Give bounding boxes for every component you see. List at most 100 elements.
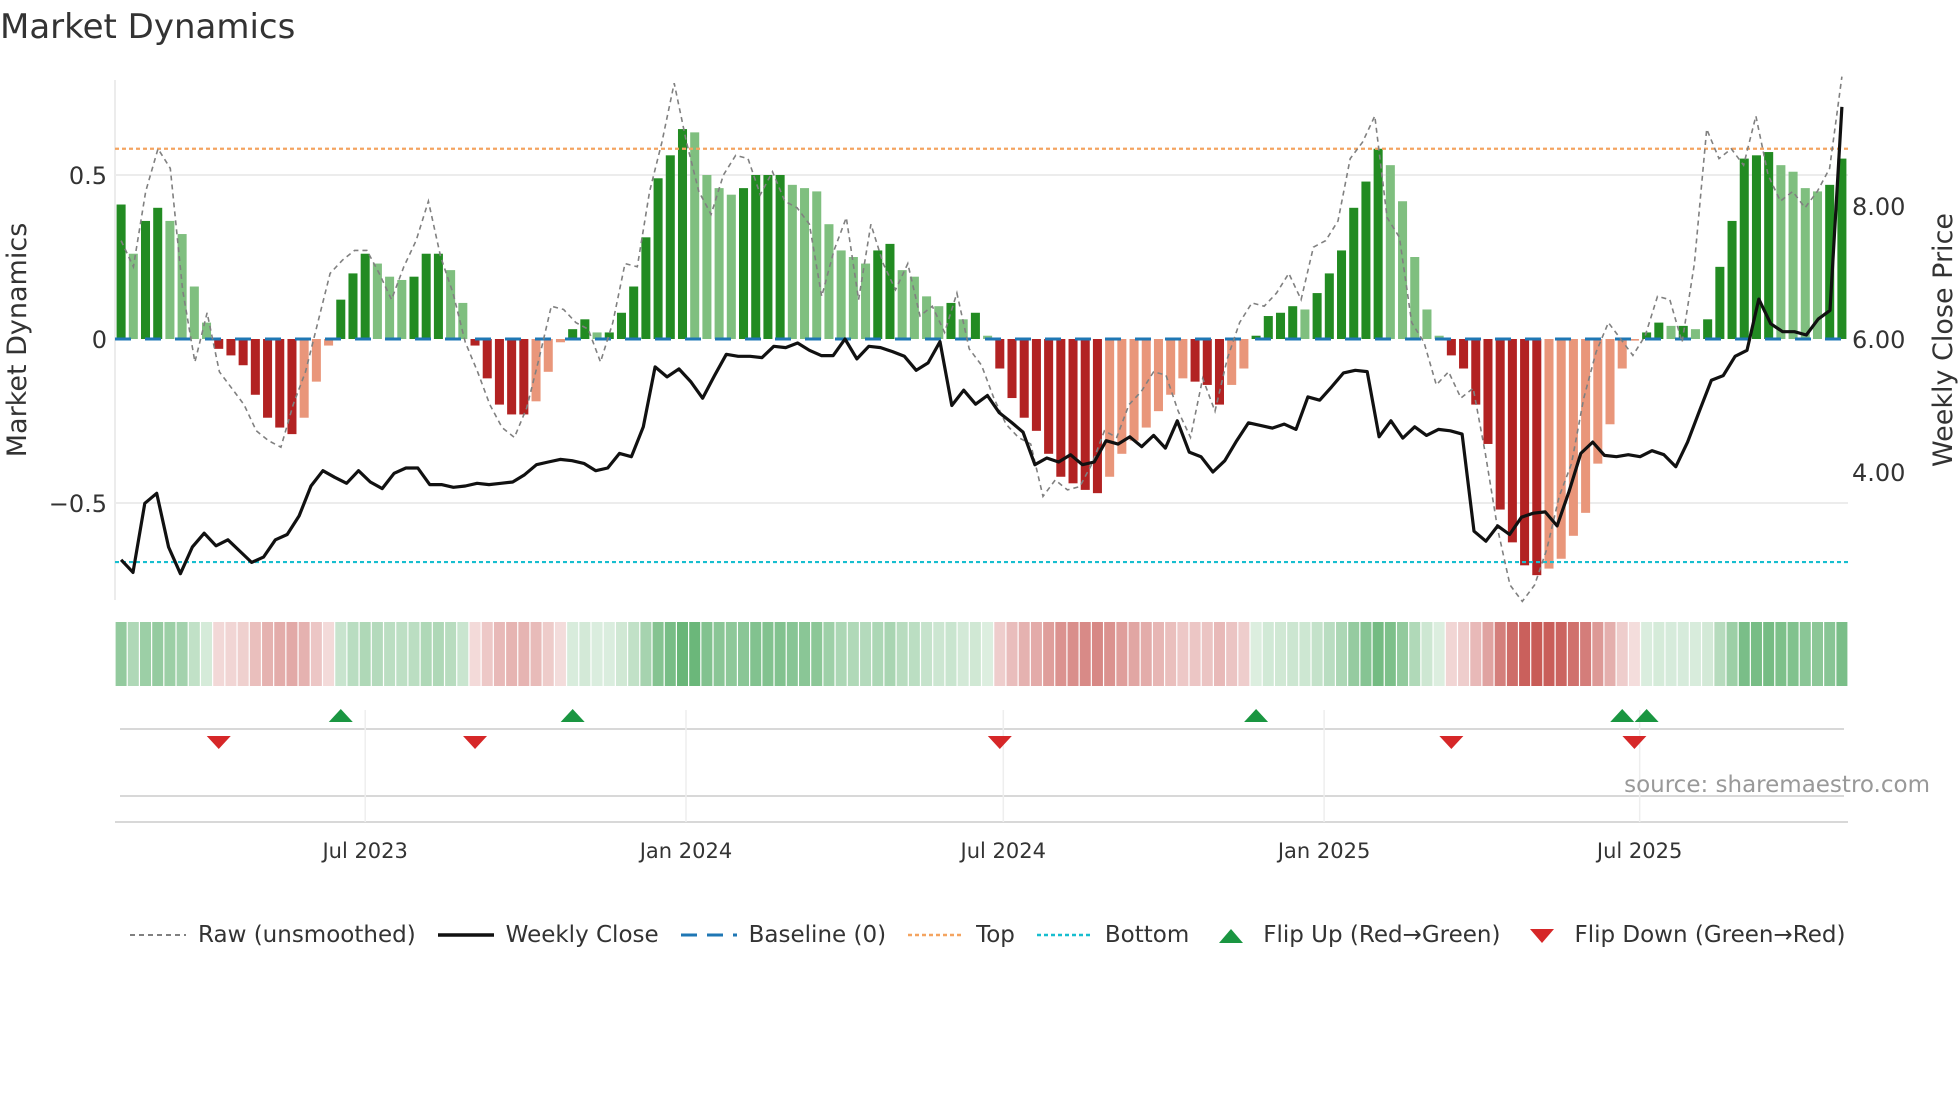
heat-cell [115, 622, 127, 686]
legend-item-top: Top [908, 922, 1015, 948]
bar-positive [1654, 322, 1664, 339]
bar-negative [1019, 339, 1029, 418]
source-label: source: sharemaestro.com [1624, 772, 1930, 798]
heat-cell [1458, 622, 1470, 686]
bar-positive [1800, 188, 1810, 339]
bar-positive [1703, 319, 1713, 339]
bar-negative [299, 339, 309, 418]
heat-cell [1397, 622, 1409, 686]
flip-up-marker [1610, 709, 1635, 722]
bar-negative [1214, 339, 1224, 405]
x-tick-label: Jan 2025 [1276, 839, 1371, 863]
heat-cell [1421, 622, 1433, 686]
bar-negative [507, 339, 517, 415]
bar-negative [250, 339, 260, 395]
heat-cell [1555, 622, 1567, 686]
legend-item-bottom: Bottom [1036, 922, 1190, 948]
bar-negative [1178, 339, 1188, 379]
y-tick-label: 0.5 [69, 162, 107, 190]
bar-positive [1776, 165, 1786, 339]
triangle-down-icon [1530, 929, 1555, 943]
heat-cell [1067, 622, 1079, 686]
heat-cell [1140, 622, 1152, 686]
legend-label: Bottom [1104, 922, 1190, 948]
bar-negative [995, 339, 1005, 369]
bar-positive [1337, 250, 1347, 339]
heat-cell [921, 622, 933, 686]
flip-down-marker [1622, 736, 1647, 749]
heat-cell [432, 622, 444, 686]
heat-cell [1592, 622, 1604, 686]
bar-positive [153, 207, 163, 339]
heat-cell [1409, 622, 1421, 686]
bar-positive [1373, 148, 1383, 339]
bar-positive [885, 243, 895, 339]
bar-positive [665, 155, 675, 339]
heat-cell [152, 622, 164, 686]
heat-cell [493, 622, 505, 686]
heat-cell [969, 622, 981, 686]
legend: Raw (unsmoothed) Weekly Close Baseline (… [130, 922, 1867, 948]
heat-cell [1275, 622, 1287, 686]
heat-cell [786, 622, 798, 686]
y2-axis-label: Weekly Close Price [1928, 213, 1959, 467]
legend-label: Flip Up (Red→Green) [1263, 922, 1501, 948]
heat-cell [896, 622, 908, 686]
heat-cell [469, 622, 481, 686]
heat-cell [201, 622, 213, 686]
flip-down-marker [463, 736, 488, 749]
heat-cell [713, 622, 725, 686]
heat-cell [835, 622, 847, 686]
bar-negative [238, 339, 248, 366]
heat-cell [1226, 622, 1238, 686]
bar-positive [348, 273, 358, 339]
heat-cell [1116, 622, 1128, 686]
bar-negative [1202, 339, 1212, 385]
heat-cell [457, 622, 469, 686]
bar-positive [1398, 201, 1408, 339]
heat-cell [811, 622, 823, 686]
heat-cell [335, 622, 347, 686]
bar-positive [1263, 316, 1273, 339]
bar-negative [1092, 339, 1102, 494]
legend-label: Top [976, 922, 1015, 948]
heat-cell [1299, 622, 1311, 686]
bar-negative [482, 339, 492, 379]
heat-cell [554, 622, 566, 686]
bar-positive [1727, 220, 1737, 339]
bar-negative [1629, 339, 1639, 341]
heat-cell [1787, 622, 1799, 686]
heat-cell [1006, 622, 1018, 686]
bar-negative [1495, 339, 1505, 510]
heat-cell [689, 622, 701, 686]
bar-positive [800, 188, 810, 339]
bar-positive [1312, 293, 1322, 339]
heat-cell [933, 622, 945, 686]
axis-ticks: 0.5 0 −0.5 8.00 6.00 4.00 Jul 2023 Jan 2024 Jul … [49, 162, 1906, 863]
y-tick-label: −0.5 [49, 490, 107, 518]
bar-negative [1105, 339, 1115, 477]
heat-cell [249, 622, 261, 686]
bar-positive [1324, 273, 1334, 339]
heat-cell [1177, 622, 1189, 686]
heat-cell [1811, 622, 1823, 686]
y2-tick-label: 6.00 [1852, 326, 1905, 354]
heat-cell [1775, 622, 1787, 686]
bar-positive [580, 319, 590, 339]
heat-cell [884, 622, 896, 686]
regime-heat-strip [115, 622, 1848, 686]
heat-cell [1311, 622, 1323, 686]
heat-cell [1738, 622, 1750, 686]
heat-cell [1336, 622, 1348, 686]
heat-cell [1384, 622, 1396, 686]
bar-positive [1715, 266, 1725, 339]
bar-negative [1166, 339, 1176, 395]
heat-cell [1763, 622, 1775, 686]
bar-positive [714, 188, 724, 339]
heat-cell [1018, 622, 1030, 686]
heat-cell [1750, 622, 1762, 686]
heat-cell [957, 622, 969, 686]
bar-negative [1031, 339, 1041, 431]
bar-negative [1520, 339, 1530, 566]
heat-cell [1604, 622, 1616, 686]
